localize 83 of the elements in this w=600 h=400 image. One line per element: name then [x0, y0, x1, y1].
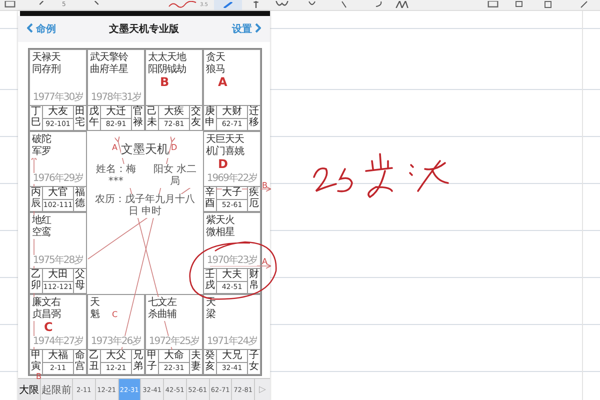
- arrow-label: D: [171, 143, 178, 152]
- star-names: 杀曲辅: [148, 308, 176, 320]
- chevron-left-icon: [27, 23, 33, 33]
- year-age: 1977年30岁: [32, 92, 84, 102]
- star-names: 魁: [90, 308, 100, 320]
- year-age: 1975年28岁: [32, 254, 84, 266]
- decade-palace: 大友: [48, 106, 68, 118]
- star-names: 地红: [32, 215, 51, 227]
- decade-palace: 大官: [48, 187, 68, 199]
- star-names: 空鸾: [32, 227, 51, 239]
- star-names: 同存刑: [32, 64, 60, 76]
- stem-branch: 己未: [146, 106, 158, 130]
- year-age: 1974年27岁: [32, 336, 84, 347]
- star-names: 贪天: [206, 52, 225, 64]
- decade-palace: 大夫: [222, 268, 242, 280]
- star-names: 天巨天天: [206, 134, 244, 146]
- decade-palace: 大子: [222, 187, 242, 199]
- star-names: 狼马: [206, 64, 225, 76]
- year-age: 1976年29岁: [32, 173, 84, 184]
- stem-branch: 戊午: [88, 106, 100, 130]
- palace-name: 父母: [74, 268, 86, 292]
- palace-name: 交友: [190, 106, 202, 130]
- palace-name: 迁移: [248, 106, 260, 130]
- center-title: 文墨天机: [121, 140, 169, 158]
- tabs-label: 大限: [18, 384, 40, 398]
- palace-name: 官禄: [132, 106, 144, 130]
- arrow-label: B: [262, 181, 268, 190]
- palace-name: 夫妻: [190, 350, 202, 374]
- year-age: 1972年25岁: [148, 336, 200, 347]
- handwriting-icon[interactable]: [395, 1, 409, 8]
- star-names: 阳阴钺劫: [148, 64, 186, 76]
- star-names: 武天擎铃: [90, 52, 128, 64]
- logo-icon: [168, 1, 198, 8]
- curve-icon[interactable]: [375, 1, 383, 8]
- marker-letter: A: [218, 76, 228, 88]
- decade-palace: 大财: [222, 106, 242, 118]
- star-names: 梁: [206, 308, 216, 320]
- marker-letter: B: [160, 76, 170, 88]
- decade-tab[interactable]: 起限前: [40, 379, 72, 400]
- pen-icon[interactable]: [223, 2, 233, 8]
- decade-palace: 大兄: [222, 350, 242, 362]
- page-icon[interactable]: [487, 1, 499, 8]
- star-names: 太太天地: [148, 52, 186, 64]
- palace-name: 财帛: [248, 268, 260, 292]
- app-title: 文墨天机专业版: [109, 22, 179, 36]
- decade-palace: 大迁: [106, 106, 126, 118]
- stem-branch: 壬戌: [204, 268, 216, 292]
- star-names: 破陀: [32, 134, 51, 146]
- year-age: 1971年24岁: [206, 336, 258, 347]
- chevron-right-icon: [255, 23, 261, 33]
- notebook-icon[interactable]: [4, 1, 16, 8]
- palace-name: 田宅: [74, 106, 86, 130]
- guide-arrow: [210, 263, 272, 269]
- lasso-icon[interactable]: [275, 1, 289, 8]
- star-names: 紫天火: [206, 215, 234, 227]
- star-names: 微相星: [206, 227, 234, 239]
- star-names: 贞昌弼: [32, 308, 60, 320]
- decade-palace: 大父: [106, 350, 126, 362]
- pen-tool[interactable]: [214, 0, 242, 10]
- marker-letter: C: [44, 320, 53, 332]
- decade-palace: 大命: [164, 350, 184, 362]
- marker-letter: D: [218, 158, 228, 170]
- text-tool-icon[interactable]: [252, 1, 260, 8]
- arrow-label: C: [112, 310, 118, 319]
- star-names: 廉文右: [32, 296, 60, 308]
- copy-icon[interactable]: [515, 1, 523, 8]
- star-names: 机门喜姚: [206, 146, 244, 158]
- year-age: 1973年26岁: [90, 336, 142, 347]
- star-names: 曲府羊星: [90, 64, 128, 76]
- year-age: 1970年23岁: [206, 254, 258, 266]
- decade-palace: 大疾: [164, 106, 184, 118]
- arrow-label: B: [36, 372, 42, 381]
- star-names: 天禄天: [32, 52, 60, 64]
- arrow-label: A: [262, 257, 268, 266]
- star-names: 七文左: [148, 296, 176, 308]
- decade-palace: 大田: [48, 268, 68, 280]
- year-age: 1969年22岁: [206, 173, 258, 184]
- arrow-label: A: [112, 143, 118, 152]
- decade-palace: 大福: [48, 350, 68, 362]
- star-names: 天: [90, 296, 100, 308]
- year-age: 1978年31岁: [90, 92, 142, 102]
- star-names: 军罗: [32, 146, 51, 158]
- export-icon[interactable]: [544, 1, 552, 8]
